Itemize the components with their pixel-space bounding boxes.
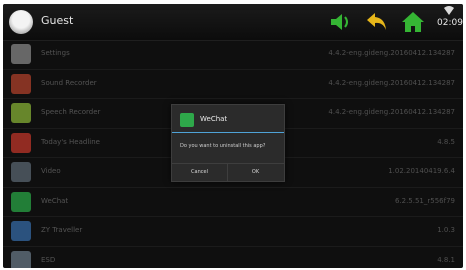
wifi-icon [444,6,454,15]
time-label: 02:09 [437,18,463,28]
cancel-button[interactable]: Cancel [172,164,228,181]
avatar[interactable] [9,10,33,34]
status-clock: 02:09 [437,6,463,38]
dialog-buttons: Cancel OK [172,163,284,181]
top-bar: Guest 02:09 [3,4,463,41]
user-name: Guest [41,14,74,27]
app-manager-screen: Guest 02:09 Settings 4.4.2-eng.gideng.201… [3,4,463,268]
back-arrow-icon[interactable] [364,9,390,35]
uninstall-dialog: WeChat Do you want to uninstall this app… [171,104,285,182]
wechat-icon [180,113,194,127]
dialog-title: WeChat [200,115,228,123]
dialog-header: WeChat [172,105,284,133]
dialog-divider [172,132,284,133]
ok-button[interactable]: OK [228,164,283,181]
dialog-message: Do you want to uninstall this app? [180,143,266,149]
home-icon[interactable] [400,9,426,35]
volume-icon[interactable] [327,9,353,35]
